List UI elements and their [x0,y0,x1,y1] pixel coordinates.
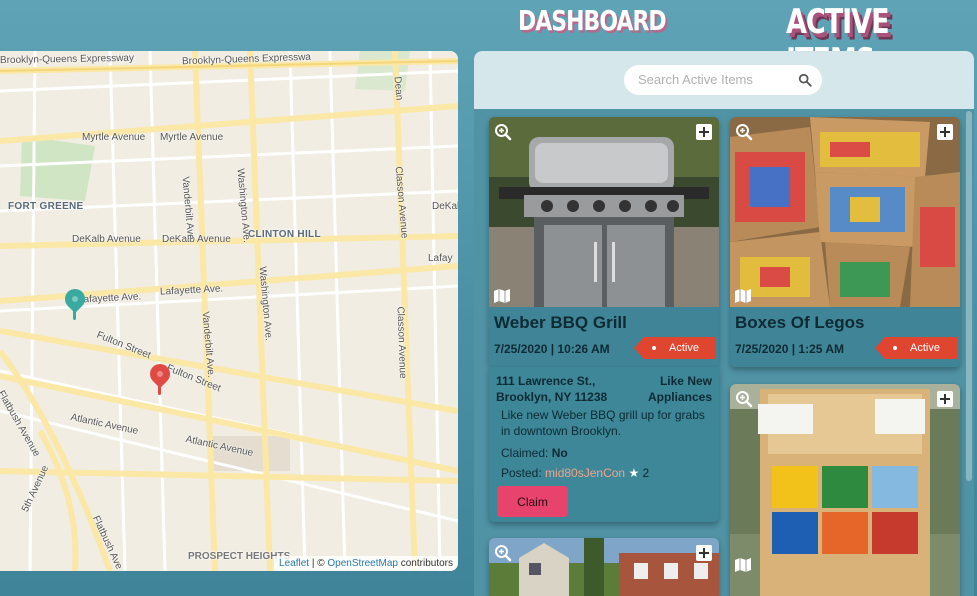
item-title[interactable]: Boxes Of Legos [735,313,864,333]
item-card[interactable] [730,384,960,596]
map[interactable]: Brooklyn-Queens Expressway Brooklyn-Quee… [0,51,458,571]
claimed-status: Claimed: No [501,446,568,460]
item-image-grill[interactable] [489,117,719,307]
search-icon[interactable] [798,73,812,87]
star-icon: ★ [628,466,640,480]
shelves-photo [730,384,960,596]
search-input[interactable] [636,71,800,88]
status-badge: Active [875,337,957,359]
map-label: Brooklyn-Queens Expressway [0,52,135,67]
condition-line1: Like New [659,374,712,388]
attribution-sep: | © [309,558,328,569]
status-label: Active [910,342,940,354]
teal-map-pin-stem [73,308,76,320]
map-label: FORT GREENE [8,201,84,212]
item-condition: Like New Appliances [648,373,712,405]
claim-button[interactable]: Claim [497,486,568,517]
item-address: 111 Lawrence St., Brooklyn, NY 11238 [496,373,607,405]
red-map-pin-stem [158,383,161,395]
item-title[interactable]: Weber BBQ Grill [494,313,627,333]
map-tiles [0,51,458,571]
user-rating: 2 [642,466,650,480]
expand-icon[interactable] [695,544,713,562]
active-items-panel: Weber BBQ Grill 7/25/2020 | 10:26 AM Act… [474,51,974,596]
attribution-contrib: contributors [397,558,453,569]
map-attribution: Leaflet | © OpenStreetMap contributors [274,556,458,571]
claimed-label: Claimed: [501,446,549,460]
scrollbar[interactable] [966,111,972,481]
grill-photo [489,117,719,307]
badge-hole [652,346,656,350]
house-photo [489,538,719,596]
expand-icon[interactable] [936,123,954,141]
item-details: 111 Lawrence St., Brooklyn, NY 11238 Like… [489,367,719,522]
item-image-legos[interactable] [730,117,960,307]
search-bar [474,51,974,109]
map-label: DeKalb Avenue [72,234,141,245]
posted-label: Posted: [501,466,542,480]
map-label: Dean [391,76,405,101]
zoom-in-icon[interactable] [494,123,512,141]
map-label: Myrtle Avenue [160,132,224,143]
badge-hole [893,346,897,350]
map-icon[interactable] [494,289,510,303]
posted-user[interactable]: mid80sJenCon [545,466,625,480]
zoom-in-icon[interactable] [494,544,512,562]
map-icon[interactable] [735,289,751,303]
osm-link[interactable]: OpenStreetMap [327,558,398,569]
status-label: Active [669,342,699,354]
leaflet-link[interactable]: Leaflet [279,558,309,569]
item-image-shelves[interactable] [730,384,960,596]
map-label: Lafay [428,253,453,264]
search-box[interactable] [624,65,822,95]
legos-photo [730,117,960,307]
map-icon[interactable] [735,558,751,572]
item-description: Like new Weber BBQ grill up for grabs in… [501,408,705,438]
item-card[interactable]: Weber BBQ Grill 7/25/2020 | 10:26 AM Act… [489,117,719,522]
address-line1: 111 Lawrence St., [496,374,596,388]
condition-line2: Appliances [647,390,712,404]
address-line2: Brooklyn, NY 11238 [496,390,608,404]
claimed-value: No [551,446,568,460]
status-badge: Active [634,337,716,359]
item-date: 7/25/2020 | 10:26 AM [494,342,610,356]
map-label: DeKalb [432,201,458,212]
item-card[interactable] [489,538,719,596]
item-date: 7/25/2020 | 1:25 AM [735,342,844,356]
card-title-bar: Weber BBQ Grill 7/25/2020 | 10:26 AM Act… [489,307,719,367]
map-label: CLINTON HILL [248,229,321,240]
expand-icon[interactable] [695,123,713,141]
item-card[interactable]: Boxes Of Legos 7/25/2020 | 1:25 AM Activ… [730,117,960,367]
map-label: Myrtle Avenue [82,132,146,143]
expand-icon[interactable] [936,390,954,408]
zoom-in-icon[interactable] [735,390,753,408]
zoom-in-icon[interactable] [735,123,753,141]
item-image-house[interactable] [489,538,719,596]
nav-dashboard[interactable]: DASHBOARD [518,6,667,37]
map-label: DeKalb Avenue [162,234,231,245]
posted-by: Posted: mid80sJenCon ★ 2 [501,466,649,480]
card-title-bar: Boxes Of Legos 7/25/2020 | 1:25 AM Activ… [730,307,960,367]
